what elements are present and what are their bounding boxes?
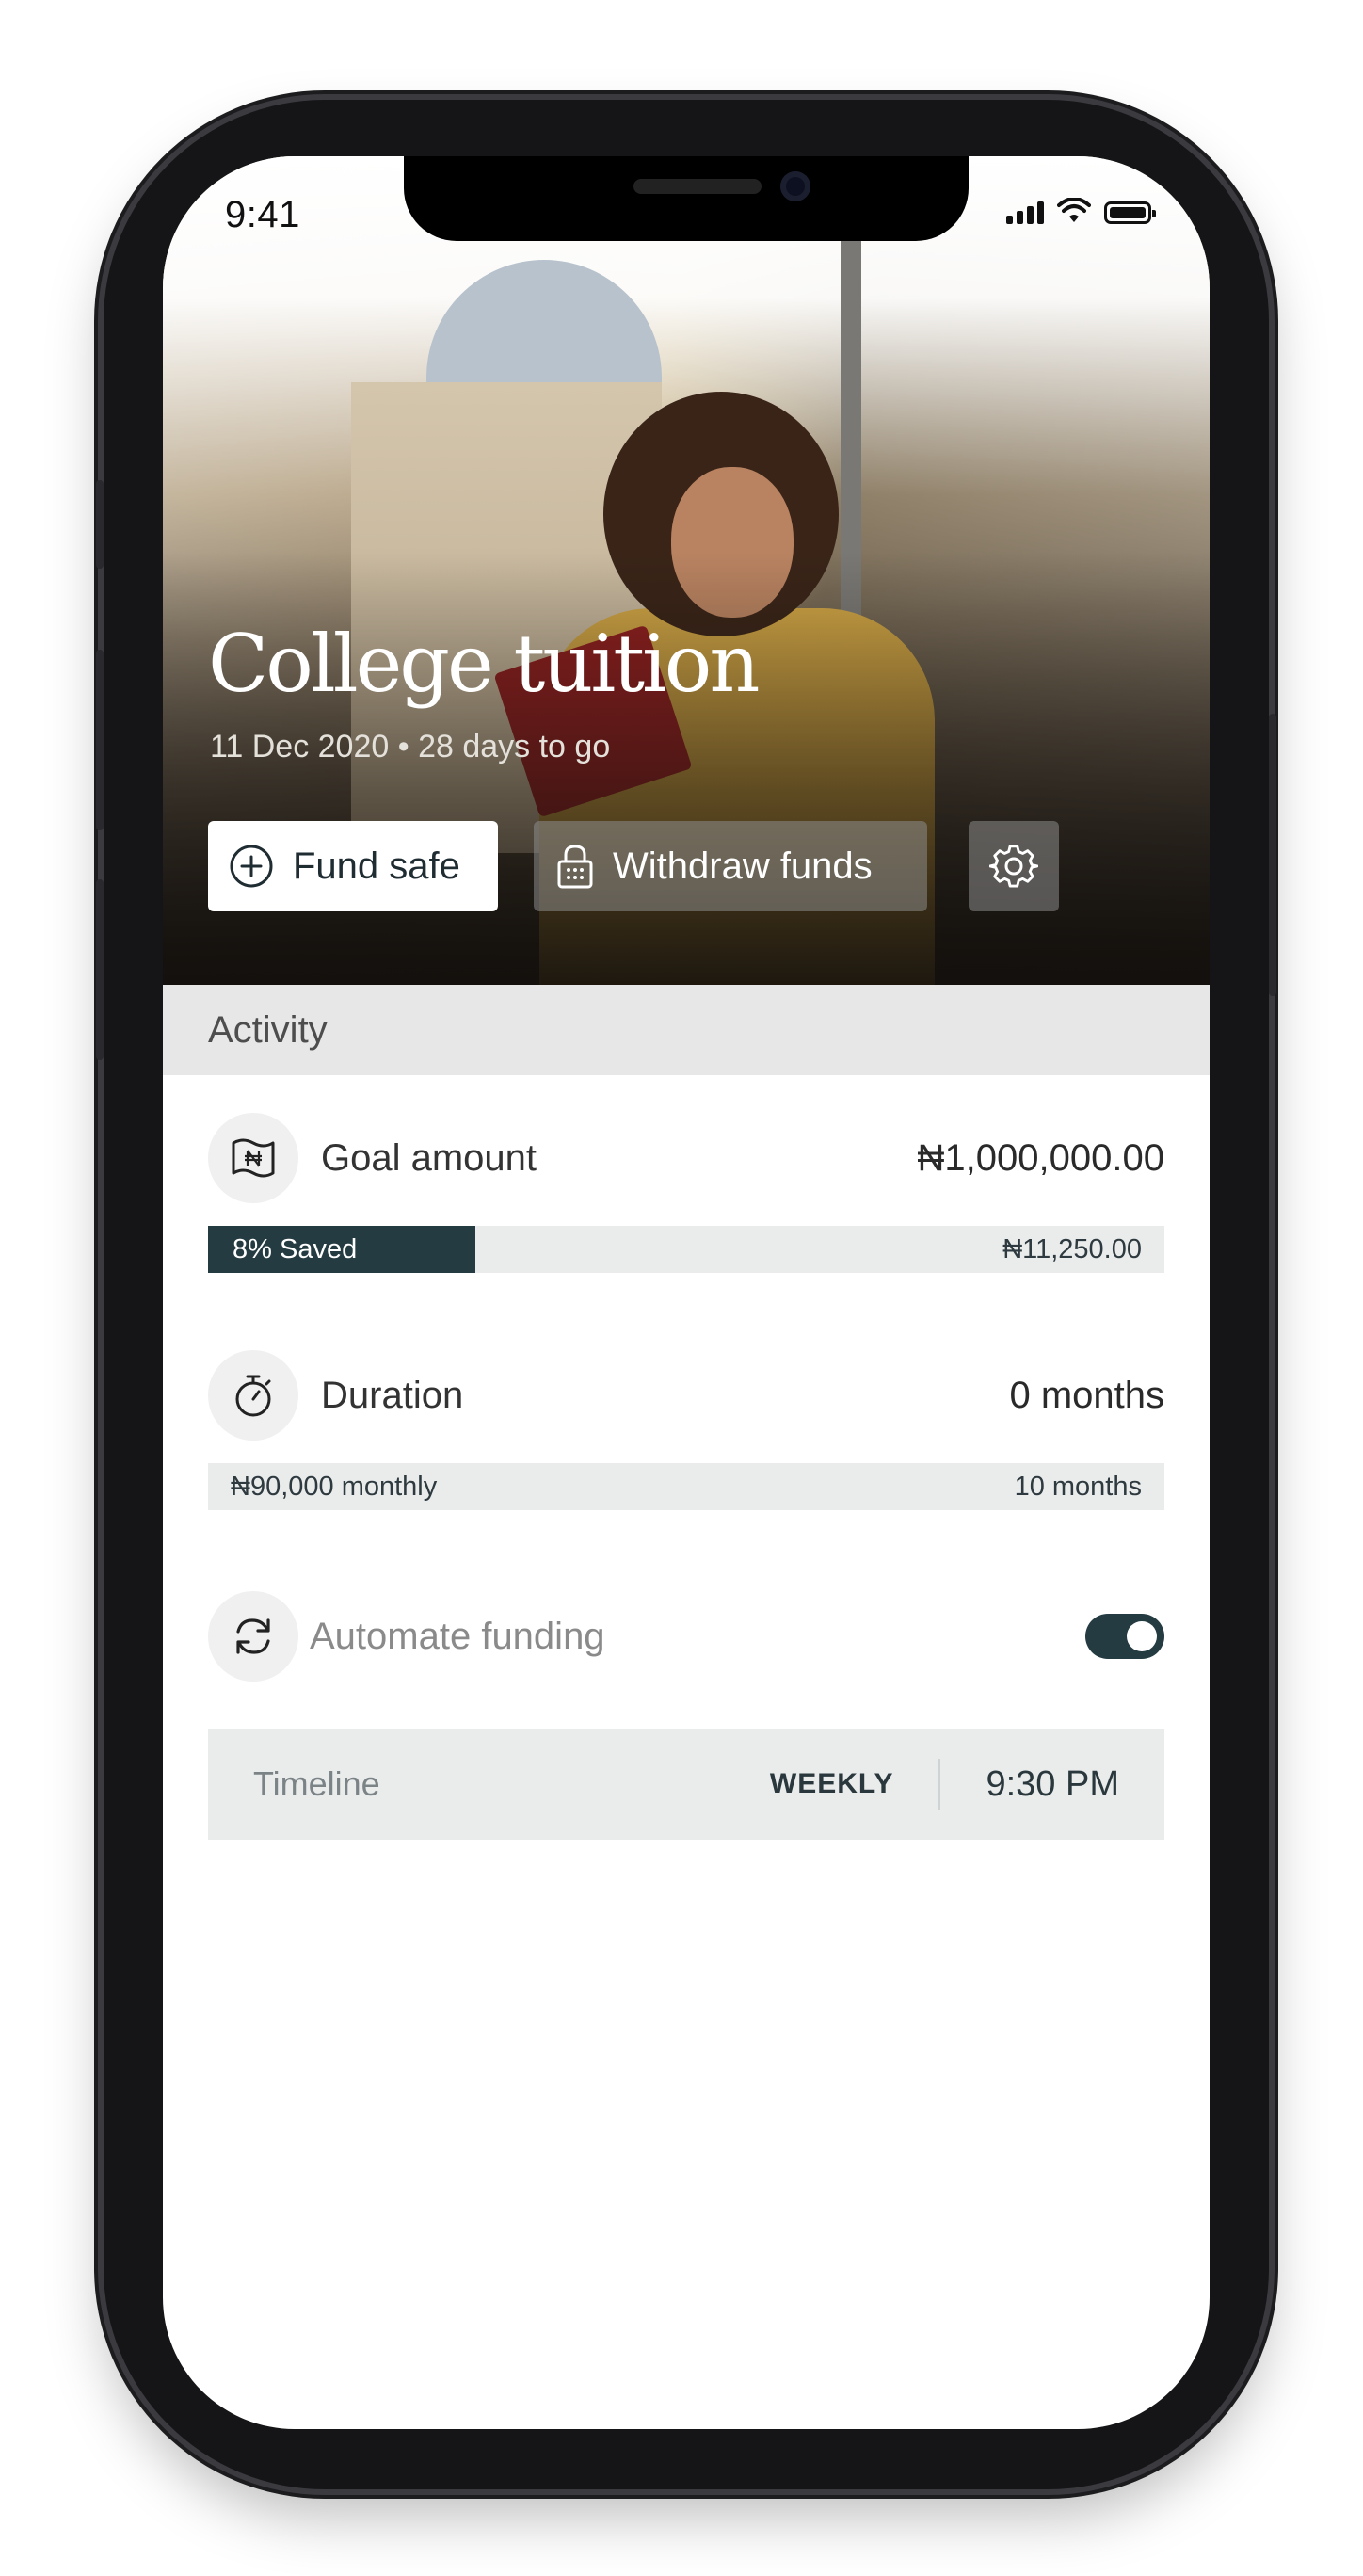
hero-overlay [163, 552, 1210, 985]
cellular-signal-icon [1006, 200, 1044, 224]
duration-label: Duration [321, 1374, 464, 1416]
automate-funding-label: Automate funding [310, 1615, 605, 1657]
goal-amount-row: Goal amount ₦1,000,000.00 [208, 1113, 1164, 1203]
toggle-knob [1127, 1621, 1157, 1651]
timeline-frequency[interactable]: WEEKLY [770, 1768, 894, 1800]
goal-title: College tuition [208, 618, 760, 710]
battery-icon [1104, 201, 1156, 224]
monthly-amount: ₦90,000 monthly [231, 1471, 438, 1502]
goal-subtitle: 11 Dec 2020 • 28 days to go [210, 729, 611, 765]
savings-progress-bar: 8% Saved ₦11,250.00 [208, 1226, 1164, 1273]
goal-amount-label: Goal amount [321, 1136, 537, 1179]
duration-row: Duration 0 months [208, 1350, 1164, 1441]
automate-icon-container [208, 1591, 298, 1682]
automate-funding-row: Automate funding [208, 1591, 1164, 1682]
stopwatch-icon [235, 1375, 271, 1417]
status-bar: 9:41 [163, 186, 1210, 243]
mute-switch [96, 480, 104, 569]
timeline-divider [938, 1759, 941, 1810]
withdraw-funds-button[interactable]: Withdraw funds [534, 821, 927, 911]
activity-header: Activity [163, 985, 1210, 1075]
plus-circle-icon [229, 844, 274, 889]
volume-down-button [96, 879, 104, 1060]
refresh-icon [236, 1618, 270, 1654]
withdraw-funds-label: Withdraw funds [613, 845, 873, 887]
timeline-time[interactable]: 9:30 PM [986, 1764, 1119, 1805]
timeline-panel: Timeline WEEKLY 9:30 PM [208, 1729, 1164, 1840]
savings-progress-fill: 8% Saved [208, 1226, 476, 1273]
lock-icon [556, 843, 594, 890]
fund-safe-button[interactable]: Fund safe [208, 821, 498, 911]
goal-icon-container [208, 1113, 298, 1203]
automate-funding-toggle[interactable] [1085, 1614, 1164, 1659]
duration-value: 0 months [1009, 1374, 1164, 1416]
gear-icon [989, 845, 1038, 888]
timeline-label: Timeline [253, 1764, 380, 1803]
volume-up-button [96, 650, 104, 830]
duration-icon-container [208, 1350, 298, 1441]
status-icons [1006, 198, 1156, 224]
fund-safe-label: Fund safe [293, 845, 460, 887]
saved-percent-label: 8% Saved [233, 1233, 358, 1264]
duration-detail-bar: ₦90,000 monthly 10 months [208, 1463, 1164, 1510]
goal-amount-value: ₦1,000,000.00 [917, 1136, 1164, 1179]
total-months: 10 months [1014, 1471, 1142, 1502]
settings-button[interactable] [969, 821, 1059, 911]
power-button [1269, 714, 1276, 996]
saved-amount: ₦11,250.00 [1002, 1233, 1142, 1264]
wifi-icon [1057, 198, 1091, 222]
naira-map-icon [232, 1138, 275, 1178]
app-screen: 9:41 College tuition 11 Dec 2020 • 28 da… [163, 156, 1210, 2429]
status-time: 9:41 [225, 194, 300, 235]
